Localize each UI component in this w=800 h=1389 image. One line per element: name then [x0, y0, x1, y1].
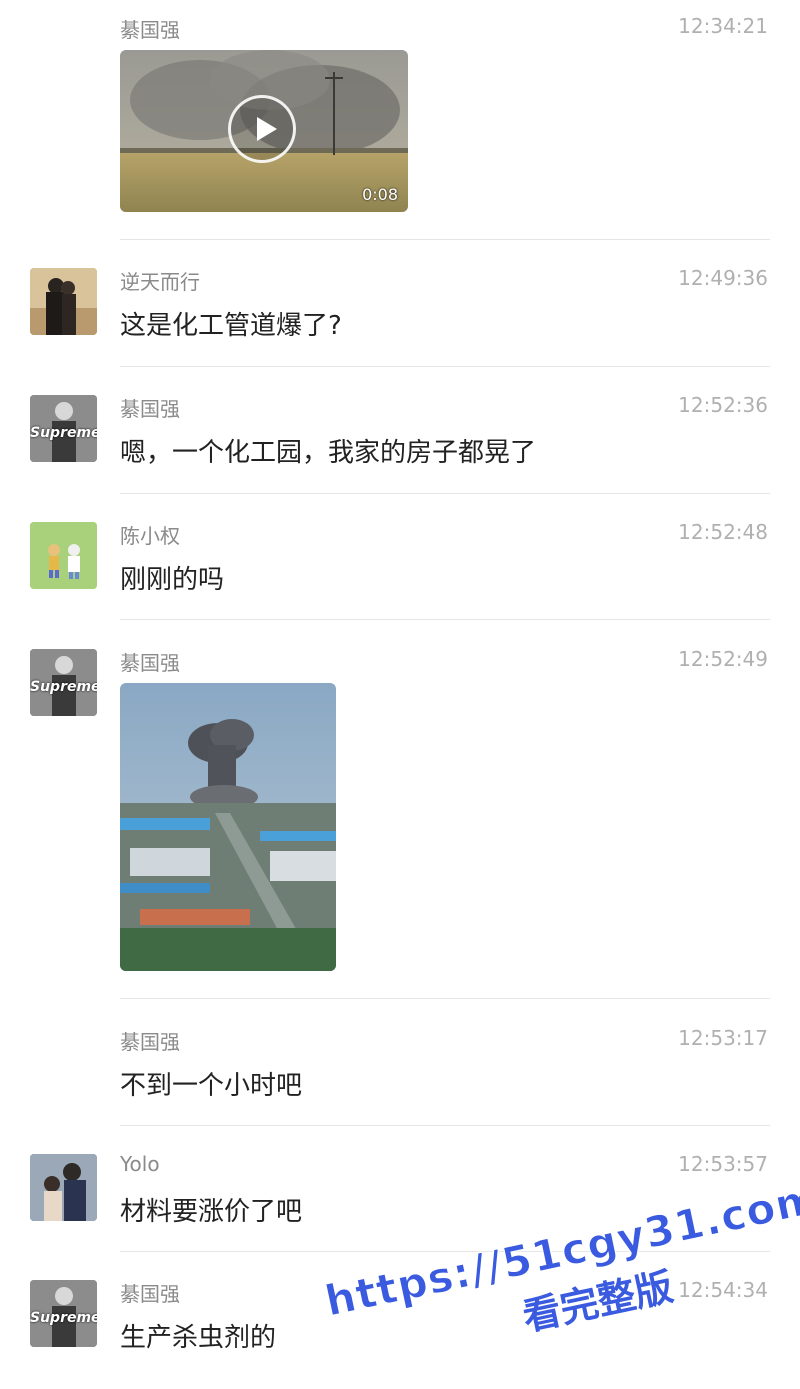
divider — [120, 998, 770, 999]
message-time: 12:52:49 — [678, 647, 768, 671]
video-thumbnail[interactable]: 0:08 — [120, 50, 408, 212]
message-time: 12:34:21 — [678, 14, 768, 38]
avatar[interactable] — [30, 1154, 97, 1221]
message-time: 12:52:36 — [678, 393, 768, 417]
avatar-image — [30, 268, 97, 335]
video-duration: 0:08 — [362, 185, 398, 204]
sender-name[interactable]: 逆天而行 — [120, 266, 200, 295]
image-attachment[interactable] — [120, 683, 336, 971]
sender-name[interactable]: 綦国强 — [120, 647, 180, 676]
message-text: 嗯，一个化工园，我家的房子都晃了 — [120, 438, 537, 468]
message-time: 12:52:48 — [678, 520, 768, 544]
message-text: 不到一个小时吧 — [120, 1071, 303, 1101]
play-button[interactable] — [228, 95, 296, 163]
avatar-image — [30, 522, 97, 589]
sender-name[interactable]: Yolo — [120, 1152, 160, 1176]
divider — [120, 493, 770, 494]
watermark-caption: 看完整版 — [519, 1264, 677, 1340]
avatar-label: Supreme — [30, 425, 97, 441]
sender-name[interactable]: 綦国强 — [120, 1278, 180, 1307]
message-time: 12:54:34 — [678, 1278, 768, 1302]
message-text: 刚刚的吗 — [120, 565, 225, 595]
watermark-url: https://51cgy31.com — [320, 1173, 800, 1327]
message-time: 12:53:57 — [678, 1152, 768, 1176]
avatar[interactable] — [30, 522, 97, 589]
divider — [120, 1125, 770, 1126]
sender-name[interactable]: 陈小权 — [120, 520, 180, 549]
message-text: 材料要涨价了吧 — [120, 1197, 303, 1227]
sender-name[interactable]: 綦国强 — [120, 1026, 180, 1055]
avatar[interactable]: Supreme — [30, 1280, 97, 1347]
divider — [120, 239, 770, 240]
divider — [120, 619, 770, 620]
sender-name[interactable]: 綦国强 — [120, 14, 180, 43]
avatar[interactable]: Supreme — [30, 649, 97, 716]
avatar-label: Supreme — [30, 1310, 97, 1326]
explosion-photo — [120, 683, 336, 971]
divider — [120, 1251, 770, 1252]
divider — [120, 366, 770, 367]
play-icon — [257, 117, 277, 141]
avatar-image — [30, 1154, 97, 1221]
message-text: 这是化工管道爆了? — [120, 311, 342, 341]
message-time: 12:53:17 — [678, 1026, 768, 1050]
message-text: 生产杀虫剂的 — [120, 1323, 277, 1353]
avatar[interactable]: Supreme — [30, 395, 97, 462]
avatar[interactable] — [30, 268, 97, 335]
message-time: 12:49:36 — [678, 266, 768, 290]
avatar-label: Supreme — [30, 679, 97, 695]
sender-name[interactable]: 綦国强 — [120, 393, 180, 422]
